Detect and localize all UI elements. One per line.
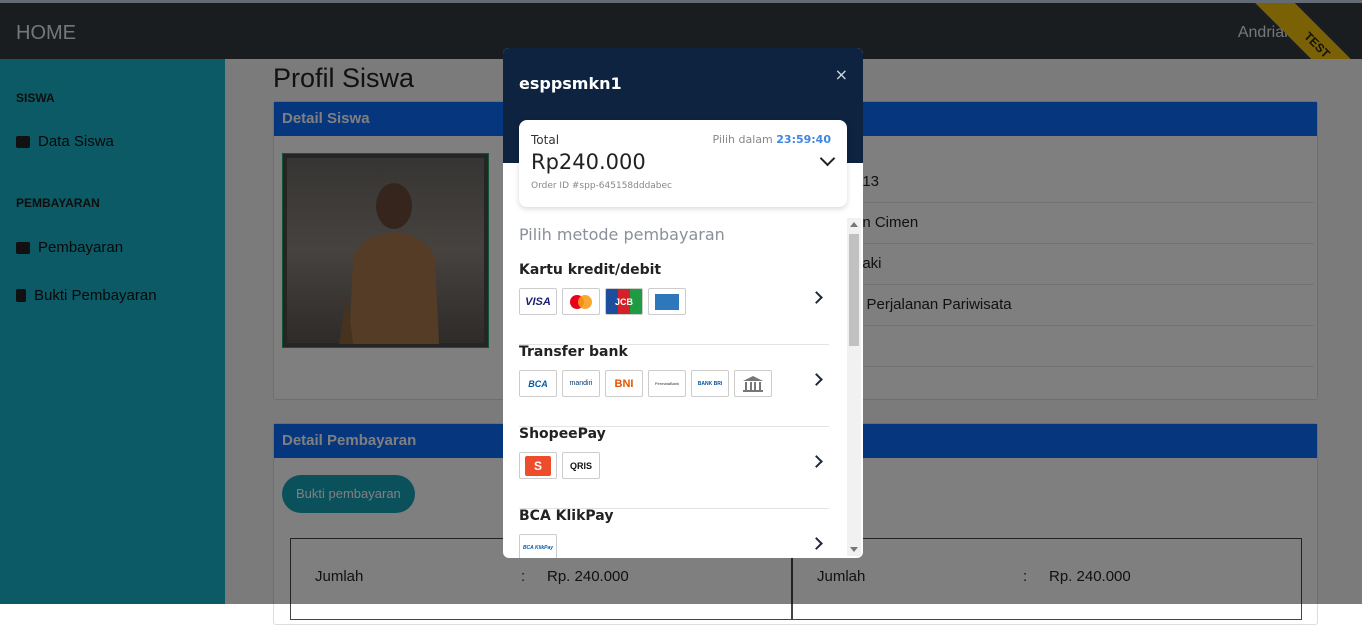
order-summary-card[interactable]: Total Rp240.000 Order ID #spp-645158ddda… <box>519 120 847 207</box>
mandiri-logo: mandiri <box>562 370 600 397</box>
method-name: BCA KlikPay <box>519 508 614 524</box>
order-id: Order ID #spp-645158dddabec <box>531 181 672 191</box>
close-icon[interactable]: × <box>835 65 848 84</box>
jcb-logo: JCB <box>605 288 643 315</box>
bank-icon <box>734 370 772 397</box>
method-shopeepay[interactable]: ShopeePay S QRIS <box>519 426 829 509</box>
bni-logo: BNI <box>605 370 643 397</box>
mastercard-logo <box>562 288 600 315</box>
scroll-down-icon[interactable] <box>850 547 858 552</box>
merchant-name: esppsmkn1 <box>519 74 622 93</box>
visa-logo: VISA <box>519 288 557 315</box>
deadline: Pilih dalam 23:59:40 <box>713 133 832 146</box>
amex-logo <box>648 288 686 315</box>
bca-klikpay-logo: BCA KlikPay <box>519 534 557 558</box>
method-bca-klikpay[interactable]: BCA KlikPay BCA KlikPay <box>519 508 829 558</box>
chevron-down-icon[interactable] <box>819 150 836 167</box>
bri-logo: BANK BRI <box>691 370 729 397</box>
total-label: Total <box>531 133 560 147</box>
permata-logo: PermataBank <box>648 370 686 397</box>
shopeepay-logo: S <box>519 452 557 479</box>
chevron-right-icon <box>810 291 823 304</box>
payment-method-heading: Pilih metode pembayaran <box>519 225 725 244</box>
scroll-up-icon[interactable] <box>850 222 858 227</box>
method-logos: BCA KlikPay <box>519 534 557 558</box>
deadline-label: Pilih dalam <box>712 133 773 146</box>
method-bank-transfer[interactable]: Transfer bank BCA mandiri BNI PermataBan… <box>519 344 829 427</box>
bca-logo: BCA <box>519 370 557 397</box>
chevron-right-icon <box>810 373 823 386</box>
deadline-timer: 23:59:40 <box>776 133 831 146</box>
total-amount: Rp240.000 <box>531 150 646 174</box>
payment-modal: esppsmkn1 × Total Rp240.000 Order ID #sp… <box>503 48 863 558</box>
method-logos: S QRIS <box>519 452 600 479</box>
chevron-right-icon <box>810 455 823 468</box>
method-name: Transfer bank <box>519 344 628 360</box>
modal-scrollbar[interactable] <box>847 218 861 556</box>
scrollbar-thumb[interactable] <box>849 234 859 346</box>
method-credit-card[interactable]: Kartu kredit/debit VISA JCB <box>519 262 829 345</box>
chevron-right-icon <box>810 537 823 550</box>
method-name: Kartu kredit/debit <box>519 262 662 278</box>
method-logos: BCA mandiri BNI PermataBank BANK BRI <box>519 370 772 397</box>
method-name: ShopeePay <box>519 426 606 442</box>
method-logos: VISA JCB <box>519 288 686 315</box>
qris-logo: QRIS <box>562 452 600 479</box>
